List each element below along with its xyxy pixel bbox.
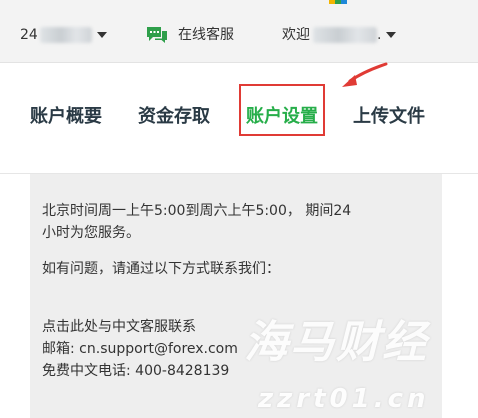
- caret-down-icon: [96, 32, 107, 38]
- chat-bubbles-icon: [147, 27, 167, 43]
- welcome-suffix: .: [377, 27, 382, 43]
- contact-intro: 如有问题，请通过以下方式联系我们：: [42, 261, 280, 277]
- account-selector[interactable]: 24: [20, 24, 107, 46]
- phone-label: 免费中文电话:: [42, 363, 136, 379]
- online-support-link[interactable]: 在线客服: [146, 24, 234, 46]
- caret-down-icon: [386, 32, 397, 38]
- online-support-label: 在线客服: [178, 27, 234, 43]
- account-number-redacted: [39, 27, 92, 43]
- welcome-label: 欢迎: [282, 27, 310, 43]
- tab-funds[interactable]: 资金存取: [138, 105, 210, 129]
- email-value[interactable]: cn.support@forex.com: [79, 341, 238, 357]
- phone-value: 400-8428139: [135, 363, 230, 379]
- watermark-url: zzrt01.cn: [258, 384, 430, 414]
- email-label: 邮箱:: [42, 341, 80, 357]
- service-hours-line2: 小时为您服务。: [42, 225, 140, 241]
- email-line: 邮箱: cn.support@forex.com: [42, 338, 238, 360]
- account-number-prefix: 24: [20, 27, 38, 43]
- service-hours-line1: 北京时间周一上午5:00到周六上午5:00， 期间24: [42, 203, 352, 219]
- username-redacted: [313, 27, 377, 43]
- user-menu[interactable]: 欢迎 .: [282, 24, 397, 46]
- chinese-support-link[interactable]: 点击此处与中文客服联系: [42, 316, 196, 338]
- watermark-chinese: 海马财经: [244, 317, 428, 368]
- annotation-highlight-box: [239, 84, 325, 136]
- brand-logo-fragment: [329, 0, 347, 4]
- tab-upload-documents[interactable]: 上传文件: [353, 105, 425, 129]
- red-arrow-icon: [342, 62, 388, 87]
- phone-line: 免费中文电话: 400-8428139: [42, 360, 229, 382]
- support-info-panel: 北京时间周一上午5:00到周六上午5:00， 期间24 小时为您服务。 如有问题…: [30, 174, 442, 418]
- top-bar: 24 在线客服 欢迎 .: [0, 0, 478, 63]
- tab-account-overview[interactable]: 账户概要: [30, 105, 102, 129]
